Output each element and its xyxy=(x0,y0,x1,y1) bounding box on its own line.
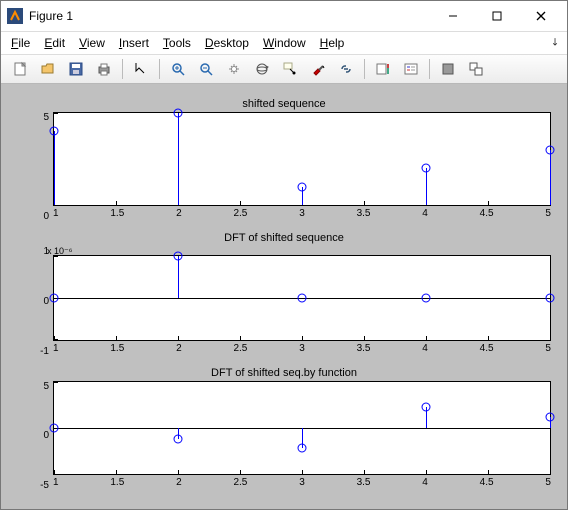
subplot[interactable]: DFT of shifted sequence10-1x 10⁻⁶11.522.… xyxy=(17,232,551,356)
menu-window[interactable]: Window xyxy=(263,36,306,50)
link-button[interactable] xyxy=(333,56,359,82)
stem-marker xyxy=(174,252,183,261)
stem-marker xyxy=(50,127,59,136)
save-button[interactable] xyxy=(63,56,89,82)
stem-marker xyxy=(174,109,183,118)
stem-line xyxy=(54,131,55,205)
print-button[interactable] xyxy=(91,56,117,82)
figure-window: Figure 1 File Edit View Insert Tools Des… xyxy=(0,0,568,510)
show-plot-tools-button[interactable] xyxy=(463,56,489,82)
stem-line xyxy=(426,168,427,205)
data-cursor-button[interactable] xyxy=(277,56,303,82)
toolbar-separator xyxy=(122,59,123,79)
new-figure-button[interactable] xyxy=(7,56,33,82)
subplot[interactable]: DFT of shifted seq.by function 50-511.522… xyxy=(17,367,551,491)
menu-edit[interactable]: Edit xyxy=(44,36,65,50)
menubar: File Edit View Insert Tools Desktop Wind… xyxy=(1,32,567,54)
menu-tools[interactable]: Tools xyxy=(163,36,191,50)
maximize-button[interactable] xyxy=(475,2,519,30)
figure-area: shifted sequence5011.522.533.544.55DFT o… xyxy=(1,84,567,509)
stem-marker xyxy=(298,293,307,302)
x-axis-labels: 11.522.533.544.55 xyxy=(53,206,551,222)
zoom-in-button[interactable] xyxy=(165,56,191,82)
stem-marker xyxy=(422,164,431,173)
stem-marker xyxy=(298,443,307,452)
stem-line xyxy=(550,150,551,205)
rotate-3d-button[interactable] xyxy=(249,56,275,82)
toolbar-separator xyxy=(364,59,365,79)
subplot[interactable]: shifted sequence 5011.522.533.544.55 xyxy=(17,98,551,222)
zoom-out-button[interactable] xyxy=(193,56,219,82)
x-axis-labels: 11.522.533.544.55 xyxy=(53,475,551,491)
stem-line xyxy=(178,256,179,298)
stem-marker xyxy=(298,182,307,191)
chart-title: DFT of shifted seq.by function xyxy=(211,367,357,379)
brush-button[interactable] xyxy=(305,56,331,82)
pan-button[interactable] xyxy=(221,56,247,82)
stem-marker xyxy=(422,293,431,302)
y-axis-labels: 50-5 xyxy=(17,381,53,491)
menu-help[interactable]: Help xyxy=(320,36,345,50)
y-axis-labels: 10-1 xyxy=(17,246,53,356)
menu-insert[interactable]: Insert xyxy=(119,36,149,50)
y-axis-labels: 50 xyxy=(17,112,53,222)
chart-title: DFT of shifted sequence xyxy=(224,232,344,244)
menu-view[interactable]: View xyxy=(79,36,105,50)
stem-marker xyxy=(546,145,555,154)
window-title: Figure 1 xyxy=(29,9,73,23)
insert-legend-button[interactable] xyxy=(398,56,424,82)
x-axis-labels: 11.522.533.544.55 xyxy=(53,341,551,357)
menu-desktop[interactable]: Desktop xyxy=(205,36,249,50)
toolbar xyxy=(1,54,567,84)
titlebar: Figure 1 xyxy=(1,1,567,32)
axes[interactable] xyxy=(53,112,551,206)
edit-plot-button[interactable] xyxy=(128,56,154,82)
matlab-icon xyxy=(7,8,23,24)
close-button[interactable] xyxy=(519,2,563,30)
menu-file[interactable]: File xyxy=(11,36,30,50)
minimize-button[interactable] xyxy=(431,2,475,30)
axes[interactable] xyxy=(53,381,551,475)
stem-marker xyxy=(174,434,183,443)
stem-marker xyxy=(50,293,59,302)
stem-marker xyxy=(422,403,431,412)
hide-plot-tools-button[interactable] xyxy=(435,56,461,82)
toolbar-separator xyxy=(429,59,430,79)
stem-marker xyxy=(546,412,555,421)
stem-line xyxy=(178,113,179,205)
menu-expand-icon[interactable]: ↘ xyxy=(547,35,561,49)
insert-colorbar-button[interactable] xyxy=(370,56,396,82)
toolbar-separator xyxy=(159,59,160,79)
stem-marker xyxy=(50,423,59,432)
axes[interactable] xyxy=(53,255,551,340)
stem-marker xyxy=(546,293,555,302)
open-button[interactable] xyxy=(35,56,61,82)
chart-title: shifted sequence xyxy=(242,98,325,110)
